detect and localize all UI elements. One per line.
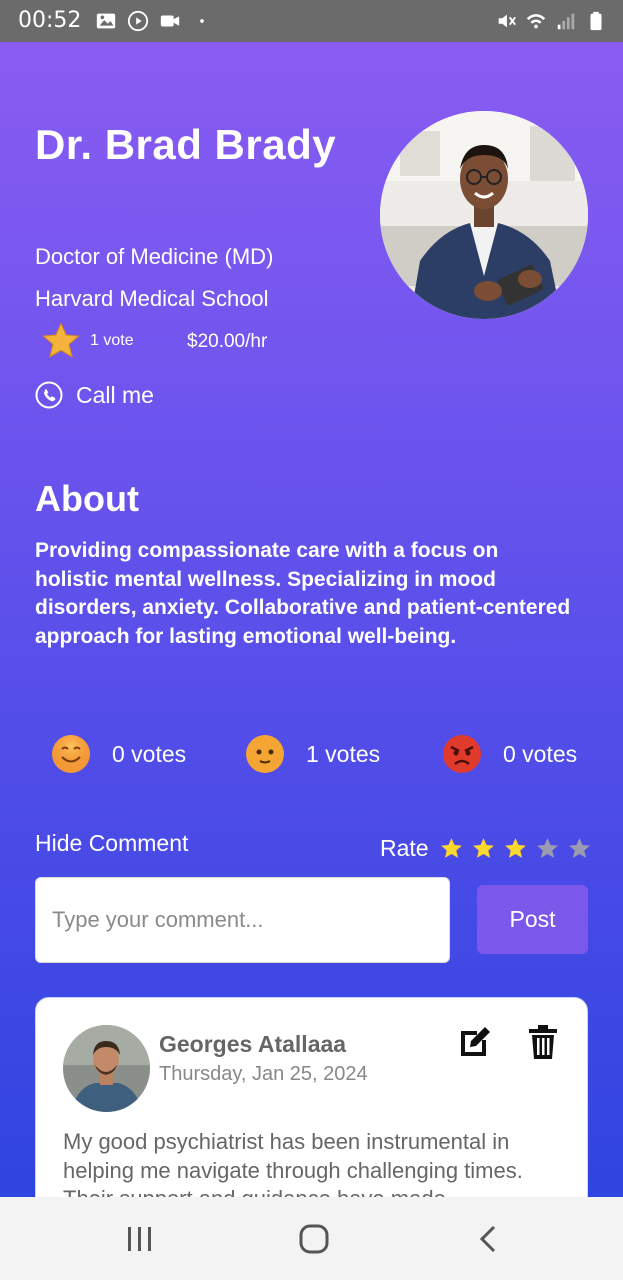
call-me-label: Call me	[76, 381, 154, 408]
commenter-name: Georges Atallaaa	[159, 1031, 347, 1057]
phone-icon	[35, 381, 63, 409]
rate-stars	[439, 836, 592, 861]
smile-vote-count: 0 votes	[112, 740, 187, 767]
hide-comment-toggle[interactable]: Hide Comment	[35, 830, 188, 857]
rate-control: Rate	[380, 832, 592, 864]
angry-emoji-icon	[443, 735, 481, 773]
rate-label: Rate	[380, 834, 429, 861]
mute-icon	[498, 14, 516, 28]
about-text: Providing compassionate care with a focu…	[35, 539, 571, 648]
status-time: 00:52	[18, 8, 82, 33]
signal-icon	[557, 13, 575, 30]
rate-star-4[interactable]	[535, 836, 560, 861]
edit-icon[interactable]	[458, 1025, 492, 1059]
comment-date: Thursday, Jan 25, 2024	[159, 1063, 368, 1085]
recent-apps-icon[interactable]	[120, 1221, 160, 1257]
commenter-avatar	[63, 1025, 150, 1112]
wifi-icon	[526, 14, 546, 29]
doctor-degree: Doctor of Medicine (MD)	[35, 244, 274, 269]
home-icon[interactable]	[294, 1221, 334, 1257]
comment-text: My good psychiatrist has been instrument…	[63, 1129, 523, 1197]
reaction-neutral[interactable]: 1 votes	[244, 732, 380, 776]
doctor-profile-screen: Dr. Brad Brady Doctor of Medicine (MD) H…	[0, 42, 623, 1197]
dot-icon	[200, 19, 204, 23]
rate-star-1[interactable]	[439, 836, 464, 861]
system-nav-bar	[0, 1197, 623, 1280]
hourly-rate: $20.00/hr	[187, 331, 268, 352]
doctor-school: Harvard Medical School	[35, 286, 269, 311]
back-icon[interactable]	[468, 1221, 508, 1257]
battery-icon	[590, 11, 602, 31]
commenter-photo	[63, 1025, 150, 1112]
rate-star-3[interactable]	[503, 836, 528, 861]
rate-star-5[interactable]	[567, 836, 592, 861]
doctor-avatar	[380, 111, 588, 319]
star-icon	[42, 322, 80, 358]
smile-emoji-icon	[52, 735, 90, 773]
rating-row: 1 vote $20.00/hr	[40, 320, 300, 362]
image-icon	[96, 13, 116, 29]
doctor-name: Dr. Brad Brady	[35, 121, 337, 168]
angry-vote-count: 0 votes	[503, 740, 578, 767]
doctor-photo	[380, 111, 588, 319]
vote-count: 1 vote	[90, 332, 134, 349]
neutral-vote-count: 1 votes	[306, 740, 381, 767]
reaction-angry[interactable]: 0 votes	[441, 732, 577, 776]
about-heading: About	[35, 478, 139, 519]
play-icon	[127, 10, 149, 32]
rate-star-2[interactable]	[471, 836, 496, 861]
video-icon	[160, 15, 180, 27]
delete-icon[interactable]	[528, 1024, 558, 1060]
reaction-smile[interactable]: 0 votes	[50, 732, 186, 776]
status-bar: 00:52	[0, 0, 623, 42]
call-me-button[interactable]: Call me	[35, 380, 154, 410]
comment-input[interactable]	[35, 877, 450, 963]
comment-card: Georges Atallaaa Thursday, Jan 25, 2024 …	[35, 997, 588, 1197]
post-button[interactable]: Post	[477, 885, 588, 954]
neutral-emoji-icon	[246, 735, 284, 773]
